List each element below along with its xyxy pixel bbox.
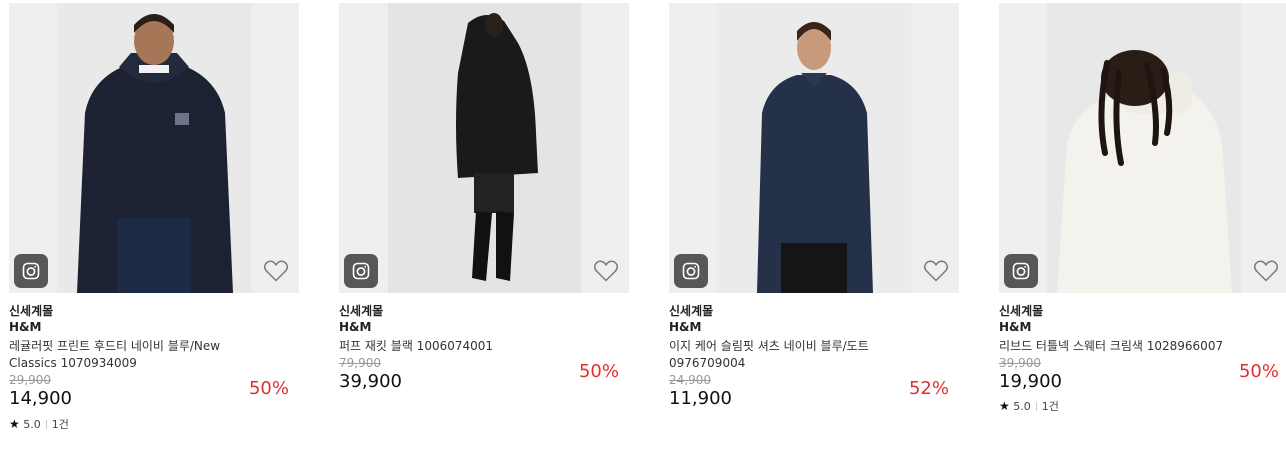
discount-rate: 50%	[578, 361, 619, 382]
heart-outline-icon	[593, 260, 619, 282]
camera-icon	[352, 262, 370, 280]
review-count: 1건	[51, 418, 69, 431]
brand-name: H&M	[669, 320, 702, 334]
product-photo	[717, 3, 911, 293]
rating-row: ★ 5.0 1건	[9, 416, 299, 433]
sale-price: 19,900	[999, 371, 1062, 392]
camera-icon	[22, 262, 40, 280]
camera-search-button[interactable]	[674, 254, 708, 288]
divider	[45, 420, 47, 429]
camera-search-button[interactable]	[1004, 254, 1038, 288]
rating-score: 5.0	[23, 418, 41, 431]
store-name: 신세계몰	[9, 304, 54, 318]
product-card[interactable]: 신세계몰 H&M 리브드 터틀넥 스웨터 크림색 1028966007 39,9…	[999, 3, 1286, 415]
heart-outline-icon	[923, 260, 949, 282]
sale-price: 14,900	[9, 388, 72, 409]
product-grid: 신세계몰 H&M 레귤러핏 프린트 후드티 네이비 블루/New Classic…	[0, 0, 1286, 450]
camera-icon	[682, 262, 700, 280]
brand-name: H&M	[999, 320, 1032, 334]
product-image[interactable]	[339, 3, 629, 293]
product-card[interactable]: 신세계몰 H&M 이지 케어 슬림핏 셔츠 네이비 블루/도트 09767090…	[669, 3, 959, 413]
product-image[interactable]	[999, 3, 1286, 293]
wishlist-button[interactable]	[593, 259, 619, 283]
review-count: 1건	[1041, 400, 1059, 413]
store-name: 신세계몰	[669, 304, 714, 318]
wishlist-button[interactable]	[1253, 259, 1279, 283]
sale-price: 11,900	[669, 388, 732, 409]
star-icon: ★	[999, 399, 1010, 413]
discount-rate: 50%	[1238, 361, 1279, 382]
camera-icon	[1012, 262, 1030, 280]
product-photo	[1047, 3, 1241, 293]
rating-score: 5.0	[1013, 400, 1031, 413]
discount-rate: 50%	[248, 378, 289, 399]
product-image[interactable]	[669, 3, 959, 293]
brand-name: H&M	[9, 320, 42, 334]
product-photo	[388, 3, 581, 293]
product-card[interactable]: 신세계몰 H&M 레귤러핏 프린트 후드티 네이비 블루/New Classic…	[9, 3, 299, 433]
product-name[interactable]: 리브드 터틀넥 스웨터 크림색 1028966007	[999, 338, 1249, 355]
heart-outline-icon	[263, 260, 289, 282]
divider	[1035, 402, 1037, 411]
product-photo	[57, 3, 251, 293]
product-name[interactable]: 이지 케어 슬림핏 셔츠 네이비 블루/도트 0976709004	[669, 338, 919, 372]
sale-price: 39,900	[339, 371, 402, 392]
camera-search-button[interactable]	[14, 254, 48, 288]
wishlist-button[interactable]	[923, 259, 949, 283]
camera-search-button[interactable]	[344, 254, 378, 288]
discount-rate: 52%	[908, 378, 949, 399]
heart-outline-icon	[1253, 260, 1279, 282]
product-image[interactable]	[9, 3, 299, 293]
product-name[interactable]: 레귤러핏 프린트 후드티 네이비 블루/New Classics 1070934…	[9, 338, 259, 372]
wishlist-button[interactable]	[263, 259, 289, 283]
rating-row: ★ 5.0 1건	[999, 398, 1286, 415]
brand-name: H&M	[339, 320, 372, 334]
product-name[interactable]: 퍼프 재킷 블랙 1006074001	[339, 338, 589, 355]
product-card[interactable]: 신세계몰 H&M 퍼프 재킷 블랙 1006074001 79,900 39,9…	[339, 3, 629, 396]
star-icon: ★	[9, 417, 20, 431]
store-name: 신세계몰	[339, 304, 384, 318]
store-name: 신세계몰	[999, 304, 1044, 318]
